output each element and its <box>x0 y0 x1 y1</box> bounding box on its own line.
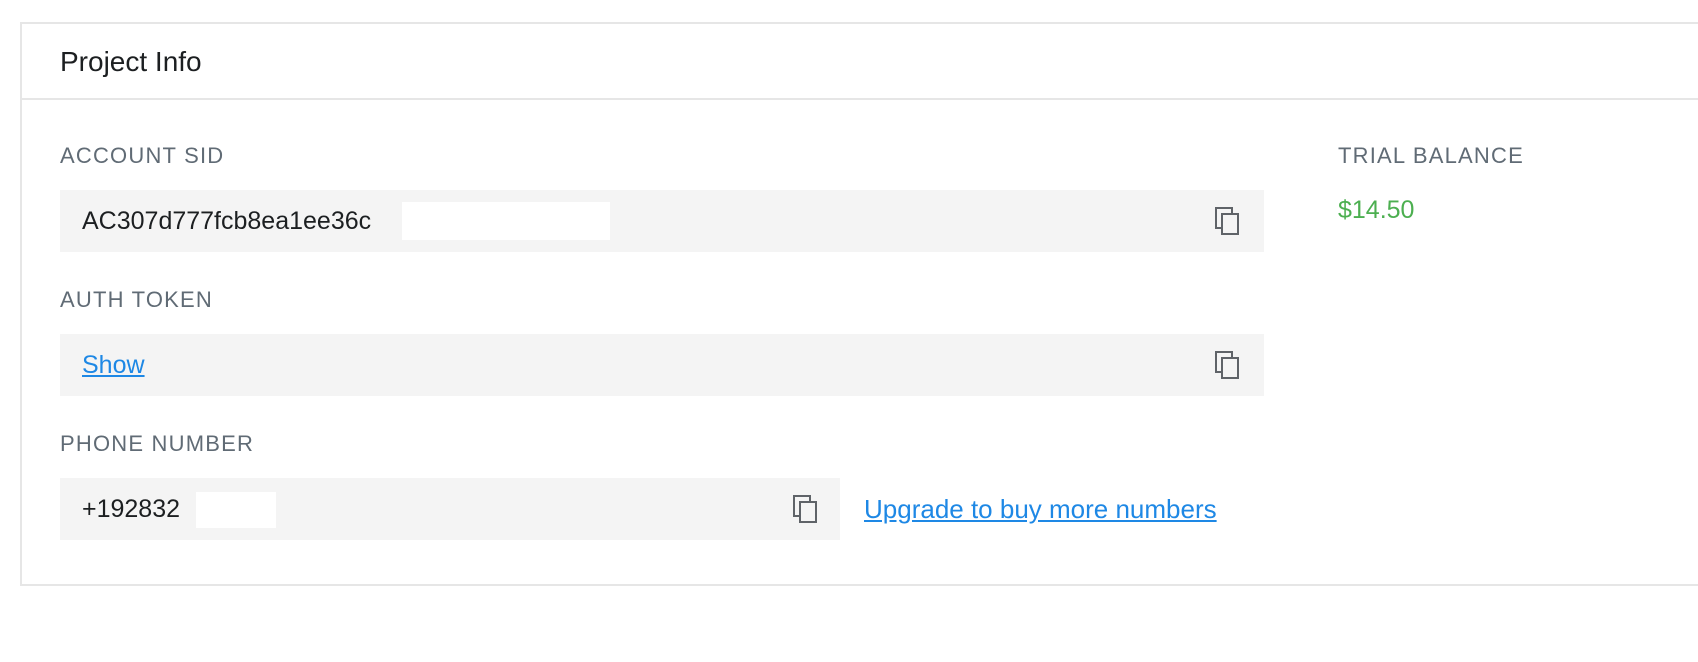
copy-icon[interactable] <box>792 494 820 524</box>
project-info-panel: Project Info ACCOUNT SID AC307d777fcb8ea… <box>20 22 1698 586</box>
account-sid-field[interactable]: AC307d777fcb8ea1ee36c <box>60 190 1264 252</box>
auth-token-field: Show <box>60 334 1264 396</box>
trial-balance-label: TRIAL BALANCE <box>1338 143 1524 168</box>
account-sid-value: AC307d777fcb8ea1ee36c <box>82 207 372 235</box>
phone-number-field[interactable]: +192832 <box>60 478 840 540</box>
panel-title: Project Info <box>60 46 202 77</box>
phone-number-label: PHONE NUMBER <box>60 431 255 456</box>
panel-header: Project Info <box>22 24 1698 100</box>
auth-token-label: AUTH TOKEN <box>60 287 213 312</box>
redacted-region <box>402 202 610 240</box>
trial-balance-value: $14.50 <box>1338 196 1415 224</box>
redacted-region <box>196 492 276 528</box>
upgrade-numbers-link[interactable]: Upgrade to buy more numbers <box>864 492 1217 526</box>
copy-icon[interactable] <box>1214 350 1242 380</box>
phone-number-value: +192832 <box>82 495 181 523</box>
copy-icon[interactable] <box>1214 206 1242 236</box>
account-sid-label: ACCOUNT SID <box>60 143 225 168</box>
show-token-link[interactable]: Show <box>82 349 145 381</box>
